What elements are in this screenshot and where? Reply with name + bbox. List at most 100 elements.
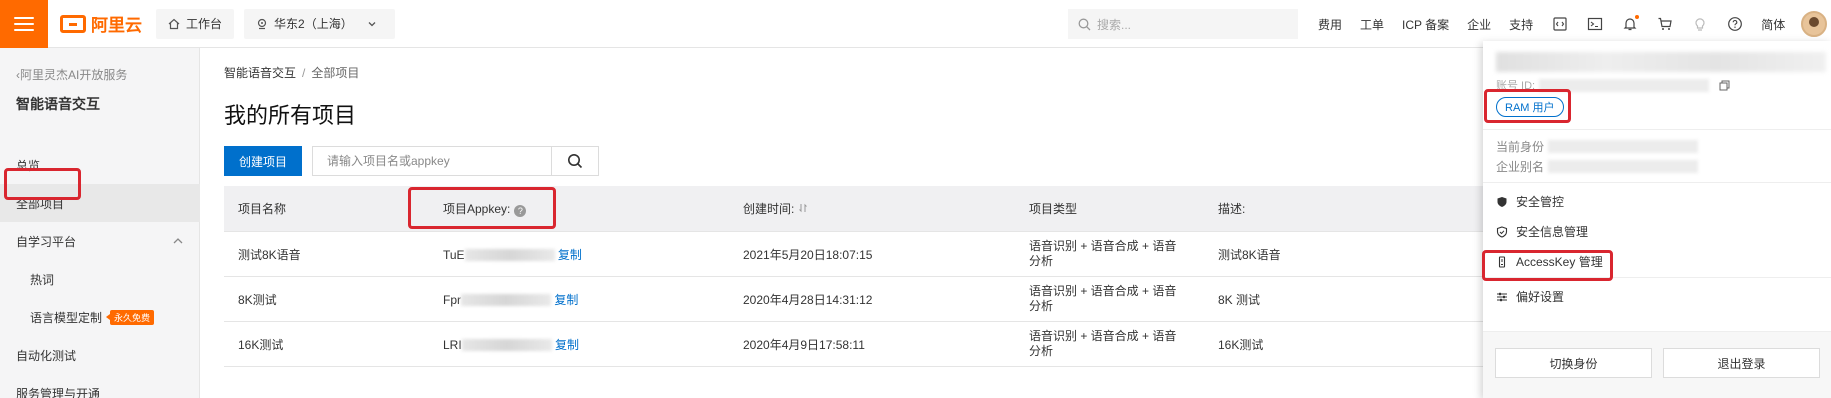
page-title: 我的所有项目 — [224, 103, 357, 128]
column-header-name: 项目名称 — [238, 202, 287, 216]
workbench-button[interactable]: 工作台 — [156, 8, 235, 39]
language-switch[interactable]: 简体 — [1761, 16, 1785, 33]
region-selector[interactable]: 华东2（上海） — [244, 8, 395, 39]
project-desc: 16K测试 — [1218, 337, 1264, 352]
account-id-row: 账号 ID: — [1496, 77, 1730, 93]
sidebar-item-overview[interactable]: 总览 — [0, 146, 200, 184]
search-icon — [568, 154, 583, 169]
copy-appkey-link[interactable]: 复制 — [554, 293, 578, 307]
table-row: 测试8K语音 TuE 复制 2021年5月20日18:07:15 语音识别 + … — [224, 232, 1531, 277]
project-type: 语音识别 + 语音合成 + 语音分析 — [1029, 284, 1177, 313]
cart-icon[interactable] — [1656, 15, 1674, 33]
divider — [1483, 129, 1831, 130]
project-appkey: LRI 复制 — [429, 336, 729, 353]
hamburger-menu-button[interactable] — [0, 0, 48, 48]
bell-icon[interactable] — [1621, 15, 1640, 33]
help-icon[interactable] — [1726, 15, 1744, 33]
project-name: 8K测试 — [238, 292, 277, 307]
code-icon[interactable] — [1551, 15, 1569, 33]
sidebar-back-link[interactable]: ‹阿里灵杰AI开放服务 — [16, 66, 127, 83]
project-desc: 8K 测试 — [1218, 292, 1261, 307]
copy-appkey-link[interactable]: 复制 — [555, 338, 579, 352]
sidebar: ‹阿里灵杰AI开放服务 智能语音交互 总览 全部项目 自学习平台 热词 语言模型… — [0, 48, 200, 398]
nav-support[interactable]: 支持 — [1509, 16, 1533, 33]
logout-button[interactable]: 退出登录 — [1663, 348, 1820, 378]
chevron-up-icon — [173, 238, 183, 244]
table-row: 8K测试 Fpr 复制 2020年4月28日14:31:12 语音识别 + 语音… — [224, 277, 1531, 322]
shield-filled-icon — [1497, 196, 1507, 207]
ram-user-tag: RAM 用户 — [1496, 97, 1564, 117]
account-dropdown: 账号 ID: RAM 用户 当前身份 企业别名 安全管控 安全信息管理 Acce… — [1483, 41, 1831, 398]
user-avatar[interactable] — [1801, 11, 1827, 37]
appkey-prefix: TuE — [443, 247, 465, 262]
nav-billing[interactable]: 费用 — [1318, 16, 1342, 33]
workbench-label: 工作台 — [186, 17, 223, 31]
region-label: 华东2（上海） — [274, 17, 353, 31]
menu-preferences[interactable]: 偏好设置 — [1496, 288, 1564, 305]
account-footer: 切换身份 退出登录 — [1483, 331, 1831, 398]
copy-icon[interactable] — [1719, 80, 1730, 91]
sidebar-item-self-learning[interactable]: 自学习平台 — [0, 222, 200, 260]
aliyun-logo-icon — [60, 14, 86, 33]
sidebar-item-label: 总览 — [16, 158, 41, 173]
sidebar-back-label: 阿里灵杰AI开放服务 — [20, 68, 128, 82]
breadcrumb-item[interactable]: 智能语音交互 — [224, 66, 296, 80]
sidebar-item-hotwords[interactable]: 热词 — [0, 260, 200, 298]
project-name: 16K测试 — [238, 337, 284, 352]
column-header-appkey-label: 项目Appkey: — [443, 202, 511, 216]
table-header: 项目名称 项目Appkey:? 创建时间: 项目类型 描述: — [224, 186, 1531, 232]
sidebar-title: 智能语音交互 — [16, 96, 100, 112]
nav-tickets[interactable]: 工单 — [1360, 16, 1384, 33]
project-search-input[interactable] — [312, 146, 552, 176]
column-header-created[interactable]: 创建时间: — [729, 200, 1015, 217]
shield-icon — [1496, 225, 1508, 238]
sidebar-item-label: 自学习平台 — [16, 234, 77, 249]
project-type: 语音识别 + 语音合成 + 语音分析 — [1029, 329, 1177, 358]
help-circle-icon[interactable]: ? — [514, 205, 527, 217]
key-icon — [1498, 255, 1506, 268]
sidebar-item-label: 全部项目 — [16, 196, 65, 211]
projects-table: 项目名称 项目Appkey:? 创建时间: 项目类型 描述: 测试8K语音 Tu… — [224, 186, 1531, 367]
menu-label: 安全管控 — [1516, 195, 1565, 209]
sidebar-item-label: 自动化测试 — [16, 348, 77, 363]
bulb-icon[interactable] — [1691, 15, 1709, 33]
chevron-down-icon — [368, 21, 376, 26]
project-search-button[interactable] — [551, 146, 599, 176]
home-icon — [168, 18, 180, 29]
company-alias-label: 企业别名 — [1496, 160, 1545, 174]
switch-identity-button[interactable]: 切换身份 — [1495, 348, 1652, 378]
menu-security-control[interactable]: 安全管控 — [1496, 193, 1564, 210]
current-identity-label: 当前身份 — [1496, 140, 1545, 154]
menu-accesskey[interactable]: AccessKey 管理 — [1496, 253, 1603, 270]
menu-security-info[interactable]: 安全信息管理 — [1496, 223, 1588, 240]
copy-appkey-link[interactable]: 复制 — [558, 248, 582, 262]
terminal-icon[interactable] — [1586, 15, 1604, 33]
sidebar-item-service-mgmt[interactable]: 服务管理与开通 — [0, 374, 200, 398]
divider — [1483, 182, 1831, 183]
appkey-prefix: LRI — [443, 337, 462, 352]
sidebar-item-lm-custom[interactable]: 语言模型定制 永久免费 — [0, 298, 200, 336]
appkey-redacted — [464, 249, 555, 262]
sidebar-item-label: 服务管理与开通 — [16, 386, 101, 398]
location-pin-icon — [257, 18, 267, 29]
project-appkey: Fpr 复制 — [429, 291, 729, 308]
column-header-desc: 描述: — [1218, 202, 1246, 216]
menu-label: 偏好设置 — [1516, 290, 1565, 304]
appkey-redacted — [461, 294, 551, 307]
project-created: 2020年4月9日17:58:11 — [743, 337, 865, 352]
create-project-button[interactable]: 创建项目 — [224, 146, 302, 176]
aliyun-logo[interactable]: 阿里云 — [60, 11, 142, 36]
column-header-created-label: 创建时间: — [743, 202, 795, 216]
notification-dot — [1635, 15, 1640, 19]
global-search-input[interactable]: 搜索... — [1068, 9, 1298, 39]
column-header-appkey: 项目Appkey:? — [429, 200, 729, 217]
project-type: 语音识别 + 语音合成 + 语音分析 — [1029, 239, 1177, 268]
nav-icp[interactable]: ICP 备案 — [1402, 16, 1449, 33]
nav-enterprise[interactable]: 企业 — [1467, 16, 1491, 33]
sidebar-item-label: 热词 — [30, 272, 55, 287]
sidebar-item-all-projects[interactable]: 全部项目 — [0, 184, 200, 222]
project-name: 测试8K语音 — [238, 247, 301, 262]
project-created: 2021年5月20日18:07:15 — [743, 247, 873, 262]
account-id-redacted — [1539, 78, 1710, 92]
sidebar-item-auto-test[interactable]: 自动化测试 — [0, 336, 200, 374]
